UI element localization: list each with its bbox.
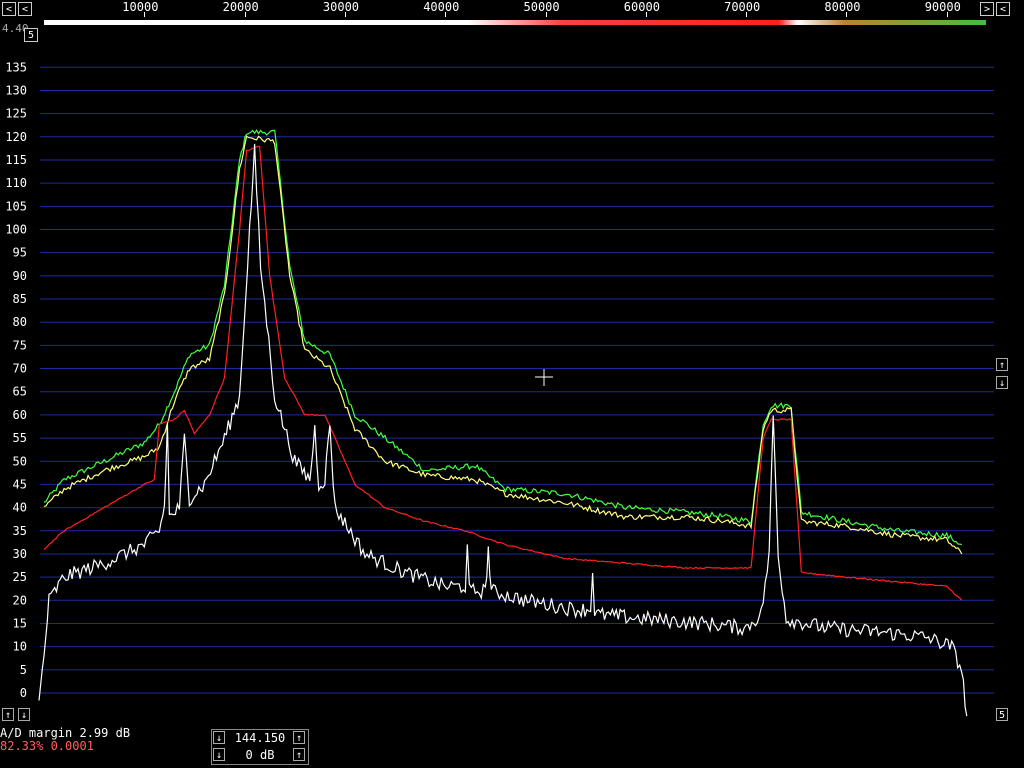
gain-value[interactable]: 0 dB — [228, 748, 292, 762]
scale-tick-label: 80000 — [824, 0, 861, 14]
y-axis-label: 40 — [13, 501, 27, 515]
frequency-value[interactable]: 144.150 — [228, 731, 292, 745]
y-axis-label: 25 — [13, 570, 27, 584]
scroll-left-fast-button[interactable]: < — [18, 2, 32, 16]
scale-tick-mark — [645, 12, 647, 17]
y-axis-label: 105 — [5, 199, 27, 213]
spectrum-traces — [38, 129, 968, 717]
y-axis-label: 120 — [5, 130, 27, 144]
scale-tick-mark — [445, 12, 447, 17]
crosshair-cursor[interactable] — [535, 369, 553, 386]
scale-tick-label: 30000 — [322, 0, 360, 14]
scroll-up-button[interactable]: ↑ — [996, 358, 1008, 371]
scale-tick-mark — [846, 12, 848, 17]
y-axis-label: 60 — [13, 408, 27, 422]
frequency-control: ↓ 144.150 ↑ ↓ 0 dB ↑ — [211, 729, 309, 765]
waterfall-color-strip — [44, 20, 986, 25]
scroll-right-fast-button[interactable]: < — [996, 2, 1010, 16]
y-axis-label: 30 — [13, 547, 27, 561]
y-axis-label: 65 — [13, 385, 27, 399]
status-values: 82.33% 0.0001 — [0, 739, 94, 753]
gain-up-button[interactable]: ↑ — [293, 748, 305, 761]
gain-down-button[interactable]: ↓ — [213, 748, 225, 761]
y-axis-label: 110 — [5, 176, 27, 190]
scale-tick-mark — [144, 12, 146, 17]
bottom-right-box[interactable]: 5 — [996, 708, 1008, 721]
y-axis-label: 20 — [13, 593, 27, 607]
y-axis-label: 10 — [13, 640, 27, 654]
status-panel: A/D margin 2.99 dB 82.33% 0.0001 — [0, 727, 130, 753]
scale-tick-label: 70000 — [724, 0, 761, 14]
scale-tick-label: 60000 — [623, 0, 660, 14]
y-axis-label: 75 — [13, 338, 27, 352]
scale-tick-mark — [746, 12, 748, 17]
scale-tick-mark — [244, 12, 246, 17]
y-axis-label: 100 — [5, 223, 27, 237]
scale-tick-mark — [946, 12, 948, 17]
y-axis-label: 45 — [13, 477, 27, 491]
y-axis-label: 85 — [13, 292, 27, 306]
y-axis-label: 35 — [13, 524, 27, 538]
scale-tick-label: 20000 — [222, 0, 259, 14]
y-axis-label: 55 — [13, 431, 27, 445]
zoom-up-button[interactable]: ↑ — [2, 708, 14, 721]
freq-down-button[interactable]: ↓ — [213, 731, 225, 744]
scroll-right-button[interactable]: > — [980, 2, 994, 16]
y-axis-label: 15 — [13, 616, 27, 630]
y-axis-label: 95 — [13, 246, 27, 260]
scale-tick-label: 50000 — [523, 0, 560, 14]
y-axis-label: 5 — [20, 663, 27, 677]
frequency-scale-bar: < < 10000 20000 30000 40000 50000 60000 70000 8… — [0, 0, 1024, 20]
trace-green — [43, 129, 962, 546]
scroll-down-button[interactable]: ↓ — [996, 376, 1008, 389]
y-axis-label: 135 — [5, 60, 27, 74]
frequency-scale[interactable]: 10000 20000 30000 40000 50000 60000 70000 80000… — [40, 0, 982, 17]
y-axis-label: 130 — [5, 83, 27, 97]
scale-tick-mark — [344, 12, 346, 17]
y-axis-label: 125 — [5, 107, 27, 121]
scale-tick-label: 90000 — [924, 0, 961, 14]
y-axis-label: 50 — [13, 454, 27, 468]
zoom-down-button[interactable]: ↓ — [18, 708, 30, 721]
scale-tick-label: 40000 — [423, 0, 460, 14]
y-axis-label: 80 — [13, 315, 27, 329]
scale-tick-label: 10000 — [122, 0, 159, 14]
spectrum-plot[interactable]: 1351301251201151101051009590858075706560… — [0, 26, 1024, 726]
y-axis-labels: 1351301251201151101051009590858075706560… — [5, 60, 27, 700]
y-axis-label: 115 — [5, 153, 27, 167]
y-axis-label: 0 — [20, 686, 27, 700]
scroll-left-button[interactable]: < — [2, 2, 16, 16]
freq-up-button[interactable]: ↑ — [293, 731, 305, 744]
scale-tick-mark — [545, 12, 547, 17]
y-axis-label: 70 — [13, 362, 27, 376]
y-axis-label: 90 — [13, 269, 27, 283]
